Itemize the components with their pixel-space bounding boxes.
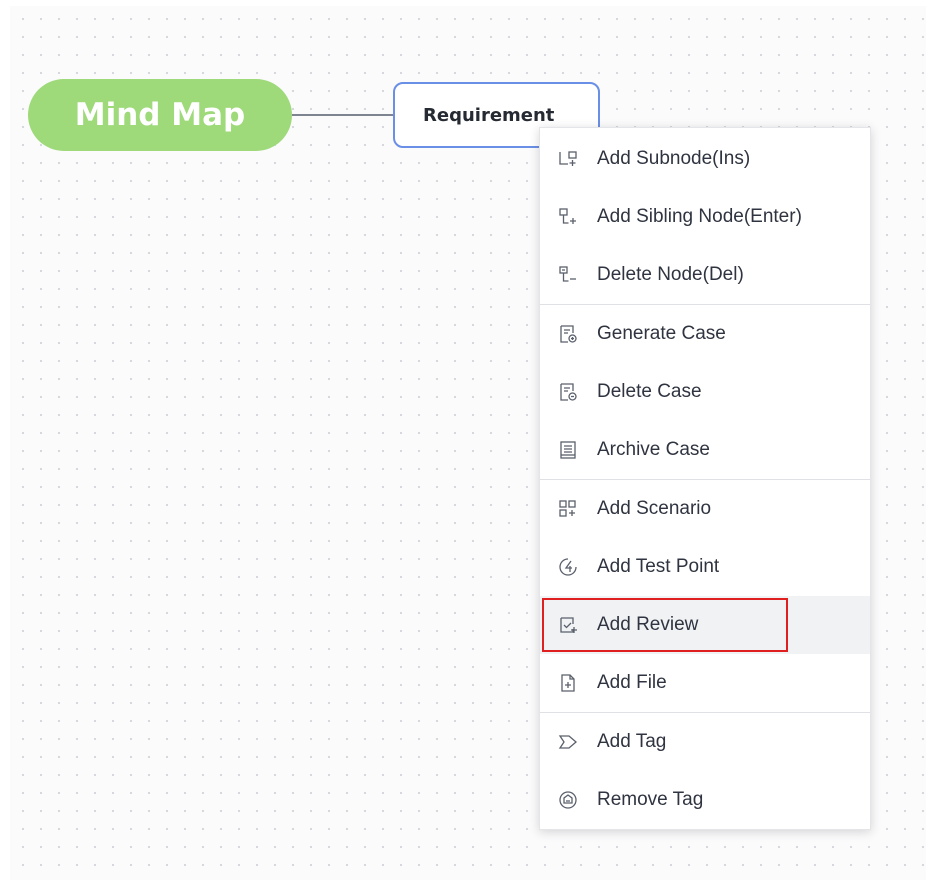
node-connector-line [292, 114, 394, 116]
remove-tag-icon [557, 789, 579, 811]
add-file-icon [557, 672, 579, 694]
menu-item-delete-node[interactable]: Delete Node(Del) [540, 246, 870, 304]
root-node-mind-map[interactable]: Mind Map [28, 79, 292, 151]
menu-item-add-scenario[interactable]: Add Scenario [540, 480, 870, 538]
menu-item-label: Delete Case [597, 381, 702, 402]
delete-case-icon [557, 381, 579, 403]
menu-item-add-subnode[interactable]: Add Subnode(Ins) [540, 130, 870, 188]
menu-item-add-file[interactable]: Add File [540, 654, 870, 712]
menu-item-label: Add File [597, 672, 667, 693]
add-tag-icon [557, 731, 579, 753]
menu-item-label: Add Subnode(Ins) [597, 148, 751, 169]
menu-item-label: Add Test Point [597, 556, 720, 577]
menu-item-add-sibling-node[interactable]: Add Sibling Node(Enter) [540, 188, 870, 246]
menu-item-label: Add Tag [597, 731, 667, 752]
menu-item-label: Add Review [597, 614, 699, 635]
menu-item-label: Archive Case [597, 439, 710, 460]
menu-item-label: Generate Case [597, 323, 726, 344]
menu-item-generate-case[interactable]: Generate Case [540, 305, 870, 363]
generate-case-icon [557, 323, 579, 345]
delete-node-icon [557, 264, 579, 286]
add-subnode-icon [557, 148, 579, 170]
root-node-label: Mind Map [74, 97, 246, 133]
menu-item-add-tag[interactable]: Add Tag [540, 713, 870, 771]
menu-item-delete-case[interactable]: Delete Case [540, 363, 870, 421]
menu-item-label: Add Scenario [597, 498, 712, 519]
add-test-point-icon [557, 556, 579, 578]
menu-item-add-test-point[interactable]: Add Test Point [540, 538, 870, 596]
menu-item-label: Remove Tag [597, 789, 704, 810]
menu-item-label: Add Sibling Node(Enter) [597, 206, 802, 227]
menu-item-label: Delete Node(Del) [597, 264, 744, 285]
node-requirement-label: Requirement [423, 104, 555, 126]
menu-item-remove-tag[interactable]: Remove Tag [540, 771, 870, 829]
menu-item-archive-case[interactable]: Archive Case [540, 421, 870, 479]
add-scenario-icon [557, 498, 579, 520]
menu-item-add-review[interactable]: Add Review [540, 596, 870, 654]
add-review-icon [557, 614, 579, 636]
archive-case-icon [557, 439, 579, 461]
context-menu: Add Subnode(Ins) Add Sibling Node(Enter)… [539, 127, 871, 830]
add-sibling-node-icon [557, 206, 579, 228]
